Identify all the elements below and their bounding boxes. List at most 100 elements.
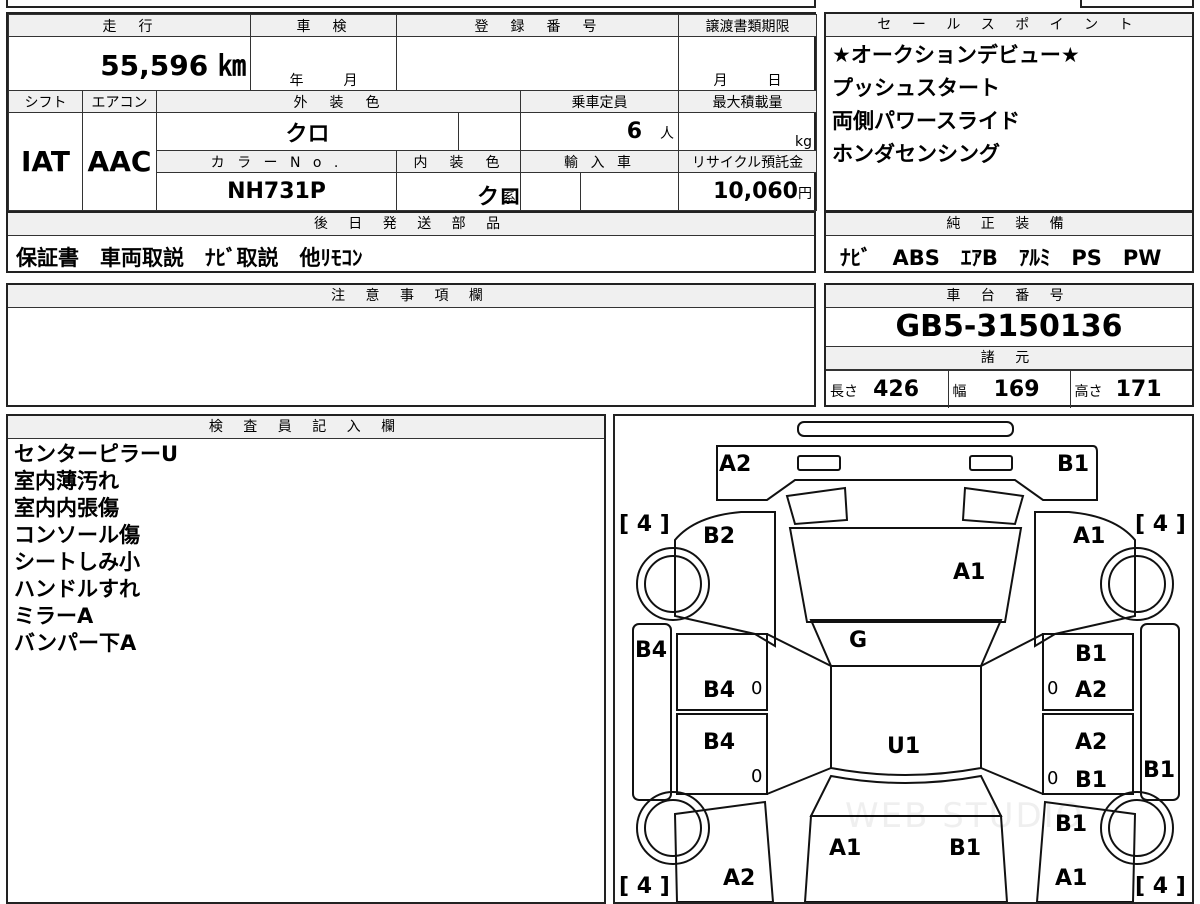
later-parts-section: 後 日 発 送 部 品 保証書 車両取説 ﾅﾋﾞ取説 他ﾘﾓｺﾝ xyxy=(6,211,816,273)
registration-value xyxy=(396,36,679,91)
tire-front-left: [ 4 ] xyxy=(619,512,670,537)
inspection-month-unit: 月 xyxy=(343,73,358,89)
inspector-section: 検 査 員 記 入 欄 センターピラーU 室内薄汚れ 室内内張傷 コンソール傷 … xyxy=(6,414,606,904)
shift-header: シフト xyxy=(8,90,83,113)
damage-a2-right-rear: A2 xyxy=(1075,730,1108,755)
shift-value: IAT xyxy=(8,112,83,211)
capacity-value: 6 xyxy=(626,119,642,144)
inspection-year-unit: 年 xyxy=(289,73,304,89)
sales-point-item: プッシュスタート xyxy=(832,76,1000,100)
damage-a2-right-front-door: A2 xyxy=(1075,678,1108,703)
top-strip-right xyxy=(1080,0,1194,8)
inspector-header: 検 査 員 記 入 欄 xyxy=(8,416,604,439)
width-label: 幅 xyxy=(952,384,967,400)
registration-header: 登 録 番 号 xyxy=(396,14,679,37)
damage-a1-rear-left: A1 xyxy=(829,836,862,861)
watermark: WEB STUDIO xyxy=(845,796,1085,836)
inspector-line: バンパー下A xyxy=(14,631,137,655)
damage-a2-rear-left: A2 xyxy=(723,866,756,891)
inspector-line: 室内内張傷 xyxy=(14,496,119,520)
sales-points-section: セ ー ル ス ポ イ ン ト ★オークションデビュー★ プッシュスタート 両側… xyxy=(824,12,1194,212)
inspection-header: 車 検 xyxy=(250,14,397,37)
inspection-date: 年月 xyxy=(250,36,397,91)
damage-b2-left: B2 xyxy=(703,524,736,549)
tire-rear-left: [ 4 ] xyxy=(619,874,670,899)
top-strip xyxy=(6,0,816,8)
equipment-items: ﾅﾋﾞ ABS ｴｱB ｱﾙﾐ PS PW xyxy=(840,246,1162,270)
damage-b4-front-door: B4 xyxy=(703,678,736,703)
width-value: 169 xyxy=(993,377,1040,402)
length-value: 426 xyxy=(873,377,920,402)
tire-front-right: [ 4 ] xyxy=(1135,512,1186,537)
headlamp-left xyxy=(785,486,849,526)
damage-b4-left-side: B4 xyxy=(635,638,668,663)
capacity-header: 乗車定員 xyxy=(520,90,679,113)
ac-header: エアコン xyxy=(82,90,157,113)
height-label: 高さ xyxy=(1074,384,1103,400)
wheel-rear-left xyxy=(636,791,710,865)
interior-color-cell: クロ 系 xyxy=(396,172,521,211)
import-value-2 xyxy=(580,172,679,211)
damage-g-windshield: G xyxy=(849,628,868,653)
sales-point-item: 両側パワースライド xyxy=(832,109,1020,133)
hood xyxy=(788,527,1023,623)
mileage-value: 55,596 ㎞ xyxy=(8,36,251,91)
height-cell: 高さ 171 xyxy=(1069,370,1192,408)
wheel-rear-right xyxy=(1100,791,1174,865)
sales-point-item: ホンダセンシング xyxy=(832,142,1000,166)
headlamp-right xyxy=(961,486,1025,526)
inspector-line: ミラーA xyxy=(14,604,94,628)
width-cell: 幅 169 xyxy=(947,370,1071,408)
interior-color-suffix: 系 xyxy=(502,191,516,207)
import-value-1 xyxy=(520,172,581,211)
inspector-line: 室内薄汚れ xyxy=(14,469,119,493)
later-parts-header: 後 日 発 送 部 品 xyxy=(8,213,814,236)
recycle-fee-value: 10,060 xyxy=(713,179,798,204)
inspector-lines: センターピラーU 室内薄汚れ 室内内張傷 コンソール傷 シートしみ小 ハンドルす… xyxy=(8,439,604,659)
import-header: 輸 入 車 xyxy=(520,150,679,173)
dimensions-header: 諸 元 xyxy=(826,346,1192,370)
zero-mark: 0 xyxy=(1047,678,1059,699)
inspector-line: ハンドルすれ xyxy=(14,577,140,601)
fog-lamp-left xyxy=(797,455,841,471)
height-value: 171 xyxy=(1115,377,1162,402)
recycle-fee-unit: 円 xyxy=(798,186,812,202)
color-no-value: NH731P xyxy=(156,172,397,211)
sales-points-header: セ ー ル ス ポ イ ン ト xyxy=(826,14,1192,37)
sales-point-item: ★オークションデビュー★ xyxy=(832,43,1080,67)
length-cell: 長さ 426 xyxy=(826,370,949,408)
damage-a1-right-front: A1 xyxy=(1073,524,1106,549)
capacity-unit: 人 xyxy=(660,126,674,142)
recycle-fee-cell: 10,060円 xyxy=(678,172,817,211)
inspector-line: センターピラーU xyxy=(14,442,179,466)
equipment-section: 純 正 装 備 ﾅﾋﾞ ABS ｴｱB ｱﾙﾐ PS PW xyxy=(824,211,1194,273)
damage-u1-roof: U1 xyxy=(887,734,921,759)
transfer-deadline-header: 譲渡書類期限 xyxy=(678,14,817,37)
tire-rear-right: [ 4 ] xyxy=(1135,874,1186,899)
damage-b1-front-right: B1 xyxy=(1057,452,1090,477)
deadline-day-unit: 日 xyxy=(767,73,782,89)
wheel-front-left xyxy=(636,547,710,621)
length-label: 長さ xyxy=(830,384,858,400)
recycle-fee-header: リサイクル預託金 xyxy=(678,150,817,173)
damage-a1-rear-right: A1 xyxy=(1055,866,1088,891)
exterior-color-header: 外 装 色 xyxy=(156,90,521,113)
damage-a2-front-left: A2 xyxy=(719,452,752,477)
front-bumper-strip xyxy=(797,421,1014,437)
fog-lamp-right xyxy=(969,455,1013,471)
notes-header: 注 意 事 項 欄 xyxy=(8,285,814,308)
damage-b1-right-side: B1 xyxy=(1143,758,1176,783)
windshield xyxy=(809,619,1003,667)
mileage-header: 走 行 xyxy=(8,14,251,37)
deadline-month-unit: 月 xyxy=(713,73,728,89)
later-parts-items: 保証書 車両取説 ﾅﾋﾞ取説 他ﾘﾓｺﾝ xyxy=(16,246,363,270)
zero-mark: 0 xyxy=(751,766,763,787)
chassis-section: 車 台 番 号 GB5-3150136 諸 元 長さ 426 幅 169 高さ … xyxy=(824,283,1194,408)
zero-mark: 0 xyxy=(751,678,763,699)
chassis-number: GB5-3150136 xyxy=(895,309,1123,344)
damage-b1-right-rear-door: B1 xyxy=(1075,768,1108,793)
damage-b1-right-upper: B1 xyxy=(1075,642,1108,667)
deadline-date: 月日 xyxy=(678,36,817,91)
sales-points-list: ★オークションデビュー★ プッシュスタート 両側パワースライド ホンダセンシング xyxy=(826,37,1192,173)
inspector-line: シートしみ小 xyxy=(14,550,140,574)
